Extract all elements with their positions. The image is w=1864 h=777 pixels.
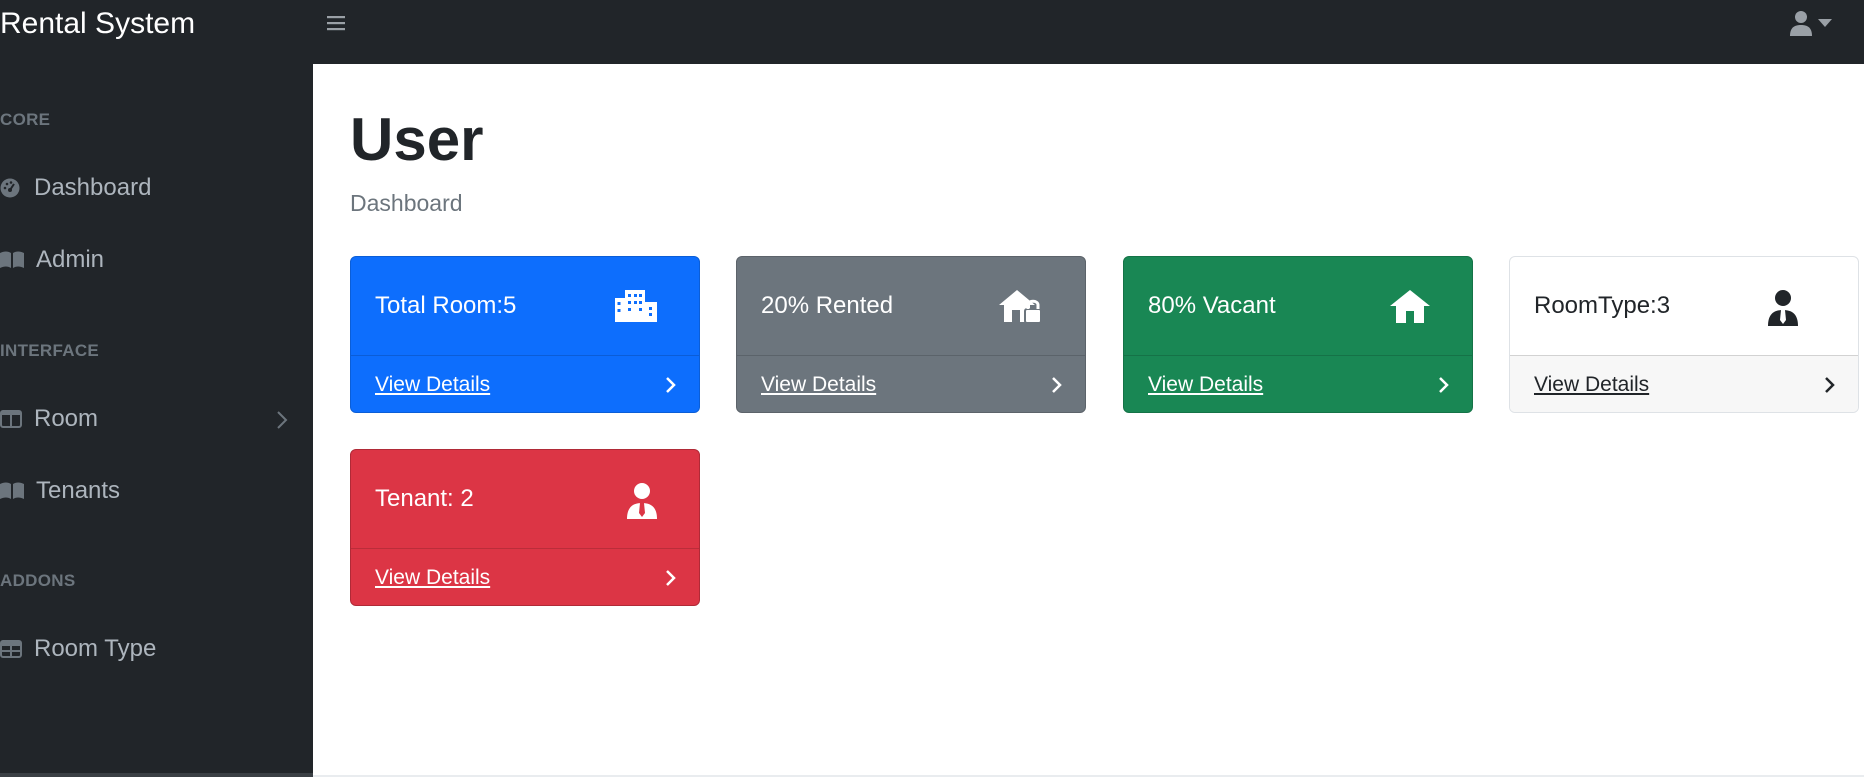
- page-title: User: [350, 106, 484, 173]
- card-body: 80% Vacant: [1124, 257, 1472, 355]
- book-open-icon: [0, 480, 24, 502]
- stat-card-room-type: RoomType:3 View Details: [1509, 256, 1859, 413]
- house-icon: [1390, 290, 1430, 331]
- user-tie-icon: [1768, 290, 1798, 333]
- card-footer: View Details: [1510, 355, 1858, 412]
- book-open-icon: [0, 249, 24, 271]
- sidebar-item-tenants[interactable]: Tenants: [0, 469, 300, 513]
- card-label: RoomType:3: [1534, 292, 1671, 319]
- sidebar-heading-interface: INTERFACE: [0, 341, 100, 360]
- sidebar-item-label: Room Type: [34, 635, 157, 662]
- hamburger-icon: [327, 16, 345, 31]
- card-body: 20% Rented: [737, 257, 1085, 355]
- columns-icon: [0, 408, 22, 430]
- card-body: Tenant: 2: [351, 450, 699, 548]
- user-menu-dropdown[interactable]: [1790, 8, 1840, 38]
- card-footer: View Details: [1124, 355, 1472, 412]
- card-label: Total Room:5: [375, 292, 517, 319]
- sidebar: CORE Dashboard Admin INTERFACE Room Tena…: [0, 64, 313, 777]
- sidebar-footer-divider: [0, 773, 313, 777]
- sidebar-item-label: Room: [34, 405, 99, 432]
- chevron-right-icon: [1824, 376, 1836, 400]
- chevron-right-icon: [1051, 376, 1063, 400]
- chevron-right-icon: [276, 409, 288, 437]
- user-icon: [1790, 11, 1812, 36]
- view-details-link[interactable]: View Details: [375, 566, 490, 590]
- sidebar-item-room-type[interactable]: Room Type: [0, 627, 300, 671]
- user-tie-icon: [627, 483, 657, 526]
- card-label: 80% Vacant: [1148, 292, 1276, 319]
- card-footer: View Details: [351, 548, 699, 605]
- top-navbar: Rental System: [0, 0, 1864, 64]
- breadcrumb: Dashboard: [350, 190, 463, 216]
- card-body: RoomType:3: [1510, 257, 1858, 355]
- chevron-right-icon: [1438, 376, 1450, 400]
- chevron-right-icon: [665, 376, 677, 400]
- sidebar-item-room[interactable]: Room: [0, 397, 300, 441]
- house-lock-icon: [999, 290, 1043, 331]
- card-footer: View Details: [737, 355, 1085, 412]
- tachometer-icon: [0, 177, 22, 199]
- sidebar-item-admin[interactable]: Admin: [0, 238, 300, 282]
- view-details-link[interactable]: View Details: [1534, 373, 1649, 397]
- sidebar-heading-addons: ADDONS: [0, 571, 76, 590]
- sidebar-item-label: Admin: [36, 246, 105, 273]
- sidebar-toggle-button[interactable]: [323, 10, 349, 36]
- app-title[interactable]: Rental System: [0, 6, 195, 42]
- stat-card-vacant: 80% Vacant View Details: [1123, 256, 1473, 413]
- sidebar-item-dashboard[interactable]: Dashboard: [0, 166, 300, 210]
- stat-card-tenant: Tenant: 2 View Details: [350, 449, 700, 606]
- card-label: Tenant: 2: [375, 485, 474, 512]
- table-icon: [0, 638, 22, 660]
- view-details-link[interactable]: View Details: [375, 373, 490, 397]
- caret-down-icon: [1818, 19, 1832, 27]
- card-footer: View Details: [351, 355, 699, 412]
- building-icon: [615, 290, 657, 329]
- sidebar-heading-core: CORE: [0, 110, 51, 129]
- stat-card-total-room: Total Room:5 View Details: [350, 256, 700, 413]
- card-label: 20% Rented: [761, 292, 894, 319]
- sidebar-item-label: Tenants: [36, 477, 121, 504]
- view-details-link[interactable]: View Details: [1148, 373, 1263, 397]
- view-details-link[interactable]: View Details: [761, 373, 876, 397]
- stat-card-rented: 20% Rented View Details: [736, 256, 1086, 413]
- sidebar-item-label: Dashboard: [34, 174, 152, 201]
- card-body: Total Room:5: [351, 257, 699, 355]
- chevron-right-icon: [665, 569, 677, 593]
